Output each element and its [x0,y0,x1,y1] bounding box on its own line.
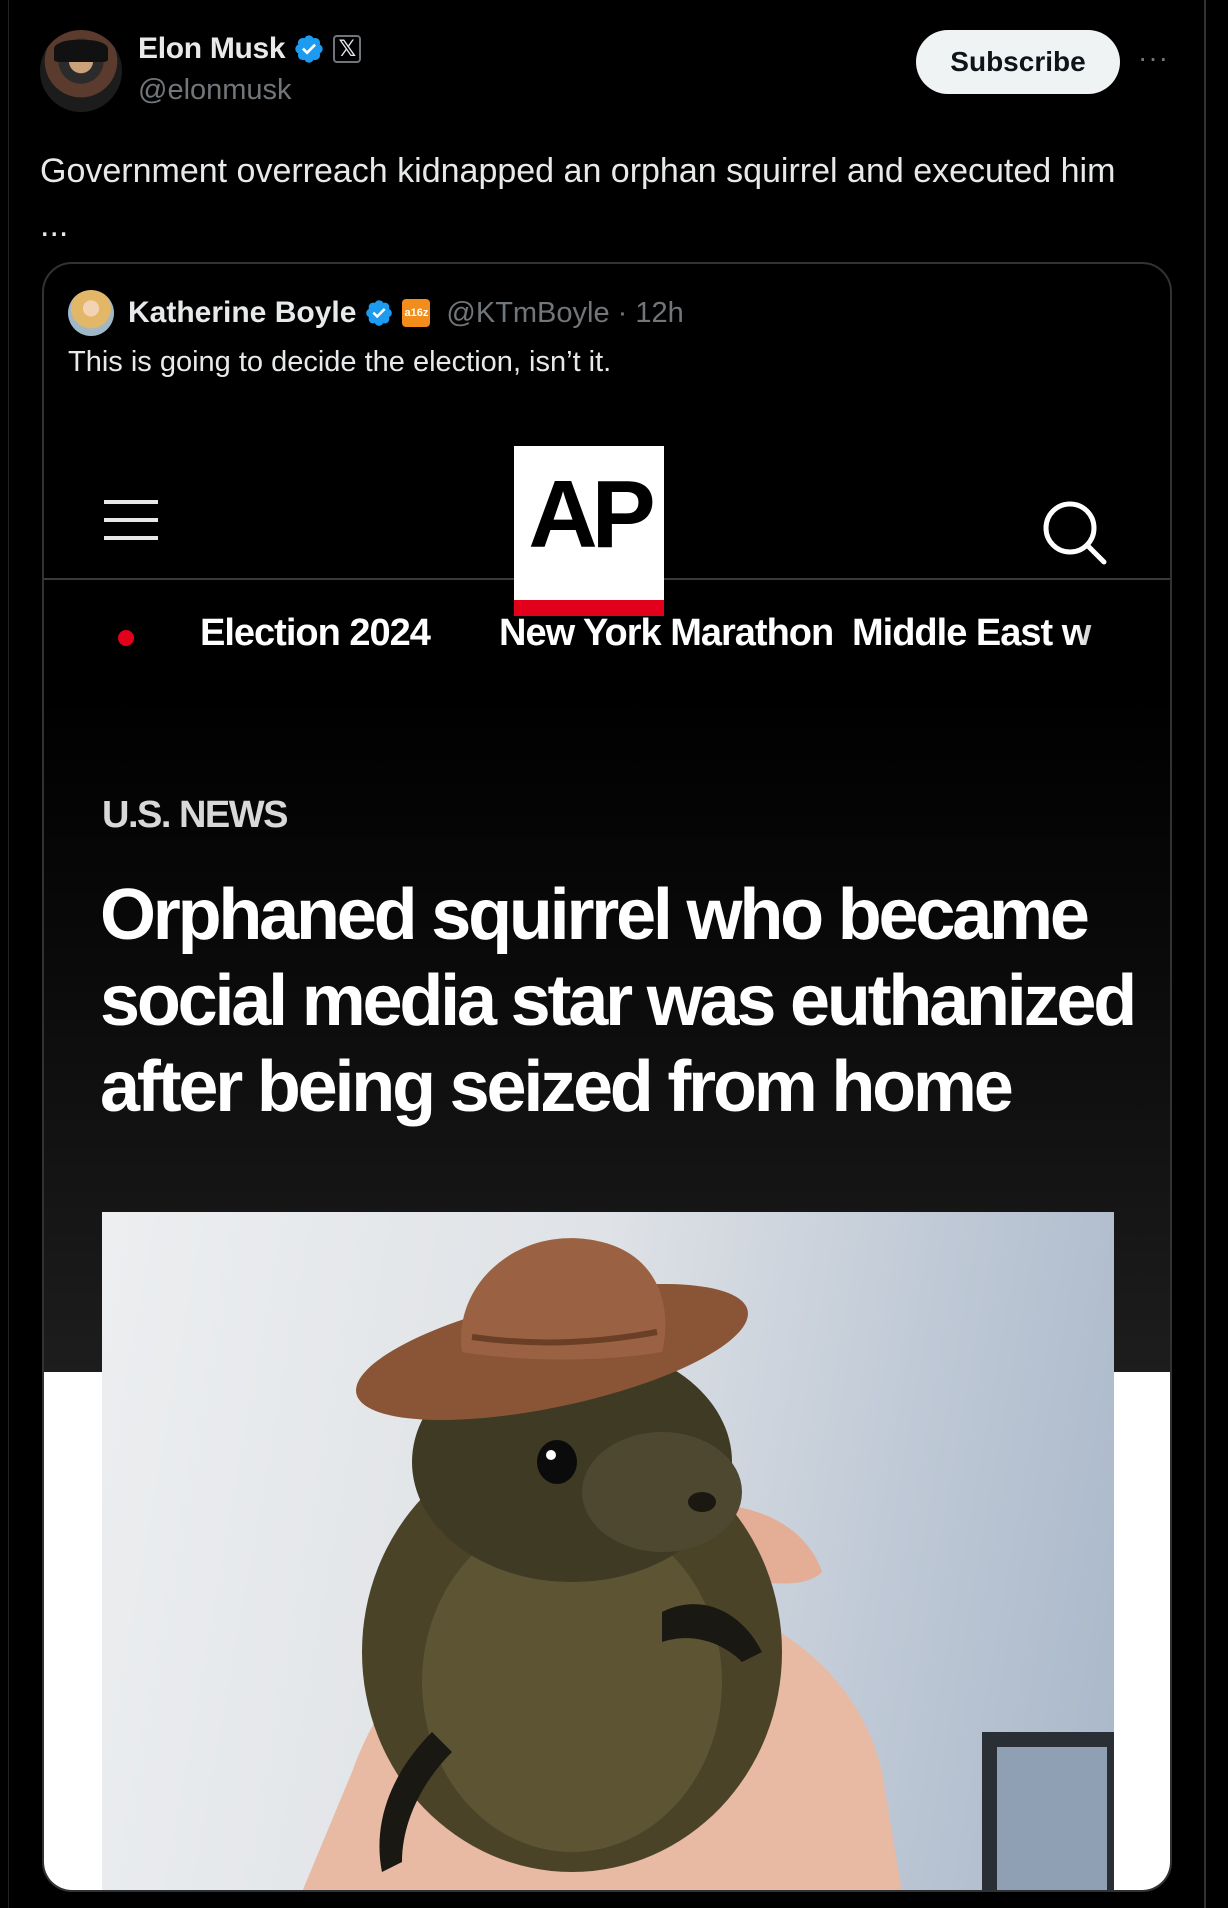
author-name-row: Elon Musk 𝕏 [138,32,362,66]
nav-item-middle-east: Middle East w [852,612,1091,654]
ap-logo-text: AP [528,461,655,568]
quoted-tweet-image[interactable]: AP Election 2024 New York Marathon Middl… [44,404,1170,1890]
nav-item-marathon: New York Marathon [499,612,834,654]
nav-item-election: Election 2024 [200,612,431,654]
verified-badge-icon [295,35,323,63]
quoted-handle-text: @KTmBoyle [446,296,610,329]
search-icon [1043,501,1107,565]
quoted-time: · 12h [617,296,684,329]
more-options-icon[interactable]: ··· [1138,42,1169,74]
ap-section-label: U.S. NEWS [102,794,288,836]
ap-trending-nav: Election 2024 New York Marathon Middle E… [44,580,1170,690]
author-name[interactable]: Elon Musk [138,32,286,66]
quoted-author-avatar[interactable] [68,290,114,336]
tweet-text: Government overreach kidnapped an orphan… [40,144,1180,252]
tweet-body: Government overreach kidnapped an orphan… [40,152,1116,190]
quoted-tweet-header: Katherine Boyle a16z @KTmBoyle · 12h [68,290,684,336]
ap-header: AP [44,404,1170,616]
live-dot-icon [118,630,134,646]
timeline-border-right [1204,0,1206,1908]
quoted-author-name[interactable]: Katherine Boyle [128,296,356,330]
quoted-tweet-card[interactable]: Katherine Boyle a16z @KTmBoyle · 12h Thi… [42,262,1172,1892]
org-affiliation-badge: a16z [402,299,431,327]
subscribe-button[interactable]: Subscribe [916,30,1120,94]
tweet-ellipsis: ... [40,206,69,244]
timeline-border-left [8,0,9,1908]
ap-headline: Orphaned squirrel who became social medi… [100,875,1137,1127]
author-handle[interactable]: @elonmusk [138,74,292,107]
squirrel-photo [102,1212,1114,1890]
quoted-tweet-text: This is going to decide the election, is… [68,346,612,378]
quoted-author-handle: @KTmBoyle · 12h [446,297,683,330]
x-affiliate-icon: 𝕏 [333,35,362,63]
author-avatar[interactable] [40,30,122,112]
verified-badge-icon [366,300,393,326]
menu-icon [104,500,158,540]
